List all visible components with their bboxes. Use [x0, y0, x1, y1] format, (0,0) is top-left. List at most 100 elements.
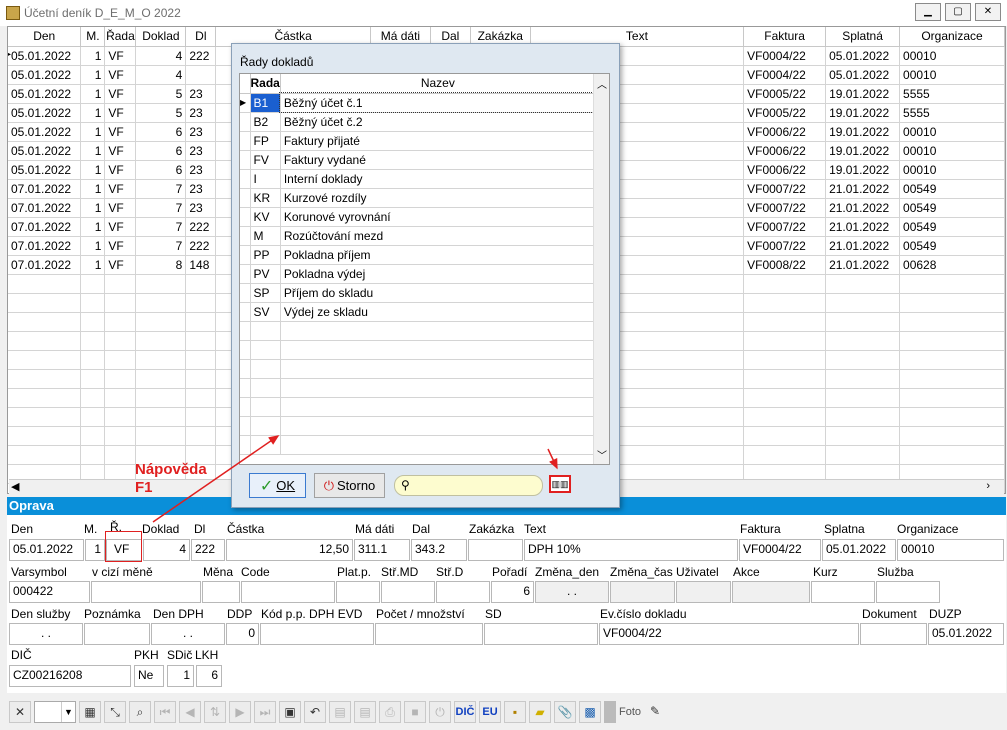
series-cell[interactable]: Běžný účet č.2 [280, 112, 596, 132]
table-cell[interactable]: VF [104, 65, 137, 85]
table-cell[interactable]: 23 [185, 84, 217, 104]
varsymbol-field[interactable]: 000422 [9, 581, 90, 603]
table-cell[interactable]: 1 [80, 179, 106, 199]
series-row[interactable]: FV Faktury vydané [240, 150, 596, 170]
table-cell[interactable]: VF0004/22 [743, 46, 827, 66]
table-cell[interactable]: 00010 [899, 141, 1005, 161]
series-grid[interactable]: Rada Nazev ▶ B1 Běžný účet č.1 B2 Běžný účet … [239, 73, 610, 465]
power-icon[interactable]: ⏻ [429, 701, 451, 723]
table-cell[interactable]: VF0006/22 [743, 160, 827, 180]
table-cell[interactable]: 5 [135, 84, 187, 104]
table-cell[interactable]: 19.01.2022 [825, 103, 901, 123]
den-field[interactable]: 05.01.2022 [9, 539, 84, 561]
doklad-field[interactable]: 4 [143, 539, 190, 561]
table-cell[interactable]: VF0006/22 [743, 141, 827, 161]
grid-icon[interactable]: ▦ [79, 701, 101, 723]
table-cell[interactable]: 222 [185, 236, 217, 256]
table-cell[interactable]: 00549 [899, 198, 1005, 218]
den-dph-field[interactable]: . . [151, 623, 225, 645]
table-cell[interactable]: 00010 [899, 46, 1005, 66]
cizi-mena-field[interactable] [91, 581, 201, 603]
calc-icon[interactable]: ▤ [329, 701, 351, 723]
next-record-icon[interactable]: ▶ [229, 701, 251, 723]
faktura-field[interactable]: VF0004/22 [739, 539, 821, 561]
table-cell[interactable]: 5555 [899, 103, 1005, 123]
table-cell[interactable]: 05.01.2022 [825, 65, 901, 85]
column-header[interactable]: Organizace [899, 27, 1005, 47]
series-row[interactable]: SV Výdej ze skladu [240, 302, 596, 322]
series-row[interactable]: B2 Běžný účet č.2 [240, 112, 596, 132]
table-cell[interactable]: VF [104, 198, 137, 218]
series-cell[interactable]: PP [250, 245, 281, 265]
column-header[interactable]: Dl [185, 27, 217, 47]
column-header[interactable]: Doklad [135, 27, 187, 47]
series-cell[interactable]: KR [250, 188, 281, 208]
series-cell[interactable]: Interní doklady [280, 169, 596, 189]
table-cell[interactable]: 07.01.2022 [8, 198, 82, 218]
table-cell[interactable]: 00010 [899, 122, 1005, 142]
dic-button[interactable]: DIČ [454, 701, 476, 723]
column-header[interactable]: Den [8, 27, 82, 47]
lkh-field[interactable]: 6 [196, 665, 222, 687]
series-cell[interactable]: Kurzové rozdíly [280, 188, 596, 208]
series-cell[interactable]: Pokladna výdej [280, 264, 596, 284]
table-cell[interactable]: 00549 [899, 179, 1005, 199]
column-header[interactable]: Splatná [825, 27, 901, 47]
table-cell[interactable]: VF0007/22 [743, 217, 827, 237]
table-cell[interactable]: 148 [185, 255, 217, 275]
series-cell[interactable]: B2 [250, 112, 281, 132]
table-cell[interactable]: 7 [135, 179, 187, 199]
eu-button[interactable]: EU [479, 701, 501, 723]
series-row[interactable]: FP Faktury přijaté [240, 131, 596, 151]
keyboard-icon[interactable]: ▥▥ [549, 475, 571, 493]
dokument-field[interactable] [860, 623, 927, 645]
table-cell[interactable]: 1 [80, 160, 106, 180]
maximize-button[interactable]: ▢ [945, 3, 971, 21]
save-icon[interactable]: ▣ [279, 701, 301, 723]
table-cell[interactable]: 05.01.2022 [8, 65, 82, 85]
series-cell[interactable]: B1 [250, 93, 281, 113]
splatna-field[interactable]: 05.01.2022 [822, 539, 896, 561]
series-cell[interactable]: FP [250, 131, 281, 151]
column-header[interactable]: M. [80, 27, 106, 47]
table-cell[interactable]: 222 [185, 217, 217, 237]
minimize-button[interactable]: ▁ [915, 3, 941, 21]
table-cell[interactable]: 00549 [899, 236, 1005, 256]
table-cell[interactable]: VF [104, 236, 137, 256]
table-cell[interactable]: 1 [80, 198, 106, 218]
castka-field[interactable]: 12,50 [226, 539, 353, 561]
platp-field[interactable] [336, 581, 380, 603]
table-cell[interactable]: 4 [135, 46, 187, 66]
series-row[interactable]: KR Kurzové rozdíly [240, 188, 596, 208]
first-record-icon[interactable]: ⏮ [154, 701, 176, 723]
series-cell[interactable]: FV [250, 150, 281, 170]
pocet-field[interactable] [375, 623, 483, 645]
series-row[interactable]: ▶ B1 Běžný účet č.1 [240, 92, 597, 113]
undo-icon[interactable]: ↶ [304, 701, 326, 723]
table-cell[interactable]: 7 [135, 217, 187, 237]
table-cell[interactable]: VF0008/22 [743, 255, 827, 275]
series-row[interactable]: SP Příjem do skladu [240, 283, 596, 303]
table-cell[interactable]: 6 [135, 141, 187, 161]
series-cell[interactable]: Pokladna příjem [280, 245, 596, 265]
table-cell[interactable]: 1 [80, 84, 106, 104]
table-cell[interactable]: VF0005/22 [743, 84, 827, 104]
table-cell[interactable]: 05.01.2022 [8, 103, 82, 123]
sdic-field[interactable]: 1 [167, 665, 194, 687]
table-cell[interactable]: 05.01.2022 [8, 141, 82, 161]
table-cell[interactable]: 07.01.2022 [8, 179, 82, 199]
table-cell[interactable]: 21.01.2022 [825, 217, 901, 237]
strmd-field[interactable] [381, 581, 435, 603]
series-cell[interactable]: Korunové vyrovnání [280, 207, 596, 227]
series-cell[interactable]: I [250, 169, 281, 189]
scroll-left-icon[interactable]: ◀ [11, 480, 19, 493]
dialog-vertical-scrollbar[interactable]: ︿ ﹀ [593, 74, 609, 464]
table-cell[interactable]: 21.01.2022 [825, 198, 901, 218]
zakazka-field[interactable] [468, 539, 523, 561]
strd-field[interactable] [436, 581, 490, 603]
chevron-down-icon[interactable]: ▼ [61, 702, 75, 722]
dialog-column-header[interactable]: Nazev [280, 74, 596, 94]
table-cell[interactable]: 23 [185, 103, 217, 123]
pkh-field[interactable]: Ne [134, 665, 164, 687]
den-sluzby-field[interactable]: . . [9, 623, 83, 645]
